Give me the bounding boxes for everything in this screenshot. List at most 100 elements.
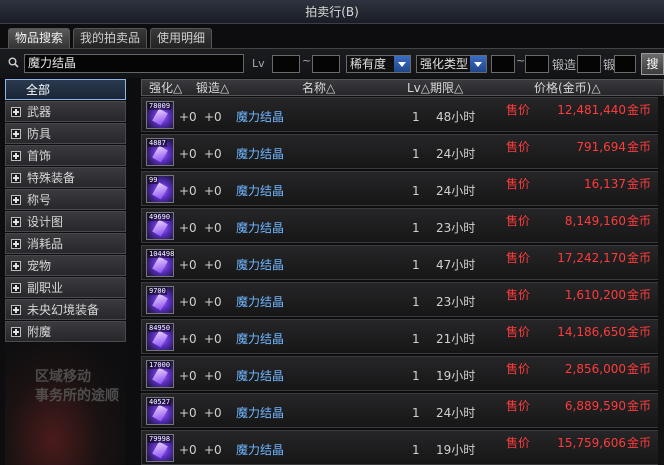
magic-crystal-icon[interactable]: 4887 (146, 138, 174, 166)
forge-value: +0 (204, 295, 222, 309)
price-value: 17,242,170 (557, 251, 626, 265)
column-header-name[interactable]: 名称△ (302, 81, 335, 96)
expand-icon[interactable] (11, 173, 21, 183)
expand-icon[interactable] (11, 151, 21, 161)
sidebar-item-titles[interactable]: 称号 (5, 189, 126, 210)
lv-max-field[interactable] (312, 55, 340, 73)
expand-icon[interactable] (11, 305, 21, 315)
sidebar-item-special-equipment[interactable]: 特殊装备 (5, 167, 126, 188)
tab-item-search[interactable]: 物品搜索 (8, 28, 71, 48)
magic-crystal-icon[interactable]: 79998 (146, 434, 174, 462)
sidebar-item-enchant[interactable]: 附魔 (5, 321, 126, 342)
expand-icon[interactable] (11, 217, 21, 227)
table-row[interactable]: 49690 +0 +0 魔力结晶 1 23小时 售价 8,149,160 金币 (141, 208, 664, 243)
item-name[interactable]: 魔力结晶 (236, 406, 284, 420)
sidebar-item-all[interactable]: 全部 (5, 79, 126, 100)
magic-crystal-icon[interactable]: 49690 (146, 212, 174, 240)
expand-icon[interactable] (11, 283, 21, 293)
sidebar-item-pets[interactable]: 宠物 (5, 255, 126, 276)
item-name[interactable]: 魔力结晶 (236, 184, 284, 198)
enhance-type-select[interactable]: 强化类型 (416, 55, 487, 73)
magic-crystal-icon[interactable]: 9700 (146, 286, 174, 314)
lv-label: Lv (252, 57, 265, 70)
item-level: 1 (412, 369, 420, 383)
sell-price-label: 售价 (506, 362, 531, 376)
sidebar-item-label: 宠物 (27, 259, 52, 273)
magic-crystal-icon[interactable]: 17000 (146, 360, 174, 388)
item-name[interactable]: 魔力结晶 (236, 221, 284, 235)
expand-icon[interactable] (11, 327, 21, 337)
rarity-select[interactable]: 稀有度 (346, 55, 411, 73)
item-name[interactable]: 魔力结晶 (236, 443, 284, 457)
price-value: 16,137 (584, 177, 626, 191)
results-scrollbar[interactable] (658, 97, 664, 465)
item-name[interactable]: 魔力结晶 (236, 258, 284, 272)
sidebar-item-blueprints[interactable]: 设计图 (5, 211, 126, 232)
expand-icon[interactable] (11, 261, 21, 271)
sidebar-item-jewelry[interactable]: 首饰 (5, 145, 126, 166)
item-quantity: 17000 (148, 361, 172, 369)
magic-crystal-icon[interactable]: 78009 (146, 101, 174, 129)
expand-icon[interactable] (11, 195, 21, 205)
table-row[interactable]: 40527 +0 +0 魔力结晶 1 24小时 售价 6,889,590 金币 (141, 393, 664, 428)
sidebar-item-illusion-equipment[interactable]: 未央幻境装备 (5, 299, 126, 320)
sidebar-item-label: 消耗品 (27, 237, 64, 251)
item-name[interactable]: 魔力结晶 (236, 369, 284, 383)
table-row[interactable]: 79998 +0 +0 魔力结晶 1 19小时 售价 15,759,606 金币 (141, 430, 664, 465)
tab-my-auctions[interactable]: 我的拍卖品 (73, 28, 148, 48)
column-header-forge[interactable]: 锻造△ (196, 81, 229, 96)
item-level: 1 (412, 443, 420, 457)
sidebar-item-label: 副职业 (27, 281, 64, 295)
sidebar-item-label: 首饰 (27, 149, 52, 163)
item-name[interactable]: 魔力结晶 (236, 147, 284, 161)
forge-value: +0 (204, 406, 222, 420)
item-quantity: 99 (148, 176, 159, 184)
tab-bar: 物品搜索 我的拍卖品 使用明细 (8, 28, 213, 48)
crystal-shard-icon (152, 293, 168, 311)
magic-crystal-icon[interactable]: 84950 (146, 323, 174, 351)
forge-max-field[interactable] (614, 55, 636, 73)
search-input[interactable]: 魔力结晶 (24, 54, 244, 73)
table-row[interactable]: 4887 +0 +0 魔力结晶 1 24小时 售价 791,694 金币 (141, 134, 664, 169)
expand-icon[interactable] (11, 129, 21, 139)
sidebar-item-armor[interactable]: 防具 (5, 123, 126, 144)
item-period: 48小时 (436, 110, 476, 124)
sidebar-item-sub-profession[interactable]: 副职业 (5, 277, 126, 298)
table-row[interactable]: 78009 +0 +0 魔力结晶 1 48小时 售价 12,481,440 金币 (141, 97, 664, 132)
price-value: 6,889,590 (564, 399, 626, 413)
table-row[interactable]: 17000 +0 +0 魔力结晶 1 19小时 售价 2,856,000 金币 (141, 356, 664, 391)
forge-min-field[interactable] (577, 55, 601, 73)
enhance-max-field[interactable] (525, 55, 549, 73)
table-row[interactable]: 104498 +0 +0 魔力结晶 1 47小时 售价 17,242,170 金币 (141, 245, 664, 280)
sidebar-item-label: 设计图 (27, 215, 64, 229)
item-name[interactable]: 魔力结晶 (236, 295, 284, 309)
enhance-range-tilde: ~ (516, 54, 526, 67)
tab-usage-details[interactable]: 使用明细 (150, 28, 213, 48)
magic-crystal-icon[interactable]: 40527 (146, 397, 174, 425)
sidebar-item-label: 未央幻境装备 (27, 303, 100, 317)
sidebar-item-weapons[interactable]: 武器 (5, 101, 126, 122)
column-header-enhance[interactable]: 强化△ (149, 81, 182, 96)
search-button[interactable]: 搜 (641, 53, 664, 75)
category-sidebar: 全部 武器 防具 首饰 特殊装备 称号 设计图 消耗品 宠物 副职业 未央幻境装… (5, 79, 126, 465)
lv-min-field[interactable] (272, 55, 300, 73)
enhance-min-field[interactable] (491, 55, 515, 73)
table-row[interactable]: 99 +0 +0 魔力结晶 1 24小时 售价 16,137 金币 (141, 171, 664, 206)
enhance-value: +0 (179, 369, 197, 383)
item-name[interactable]: 魔力结晶 (236, 110, 284, 124)
magic-crystal-icon[interactable]: 104498 (146, 249, 176, 277)
table-row[interactable]: 84950 +0 +0 魔力结晶 1 21小时 售价 14,186,650 金币 (141, 319, 664, 354)
expand-icon[interactable] (11, 239, 21, 249)
column-header-lv-period[interactable]: Lv△期限△ (407, 81, 463, 96)
lv-range-tilde: ~ (302, 54, 312, 67)
column-header-price[interactable]: 价格(金币)△ (534, 81, 601, 96)
forge-value: +0 (204, 147, 222, 161)
item-level: 1 (412, 110, 420, 124)
sidebar-item-consumables[interactable]: 消耗品 (5, 233, 126, 254)
table-row[interactable]: 9700 +0 +0 魔力结晶 1 23小时 售价 1,610,200 金币 (141, 282, 664, 317)
sell-price-label: 售价 (506, 103, 531, 117)
item-quantity: 104498 (148, 250, 176, 258)
expand-icon[interactable] (11, 107, 21, 117)
item-name[interactable]: 魔力结晶 (236, 332, 284, 346)
magic-crystal-icon[interactable]: 99 (146, 175, 174, 203)
